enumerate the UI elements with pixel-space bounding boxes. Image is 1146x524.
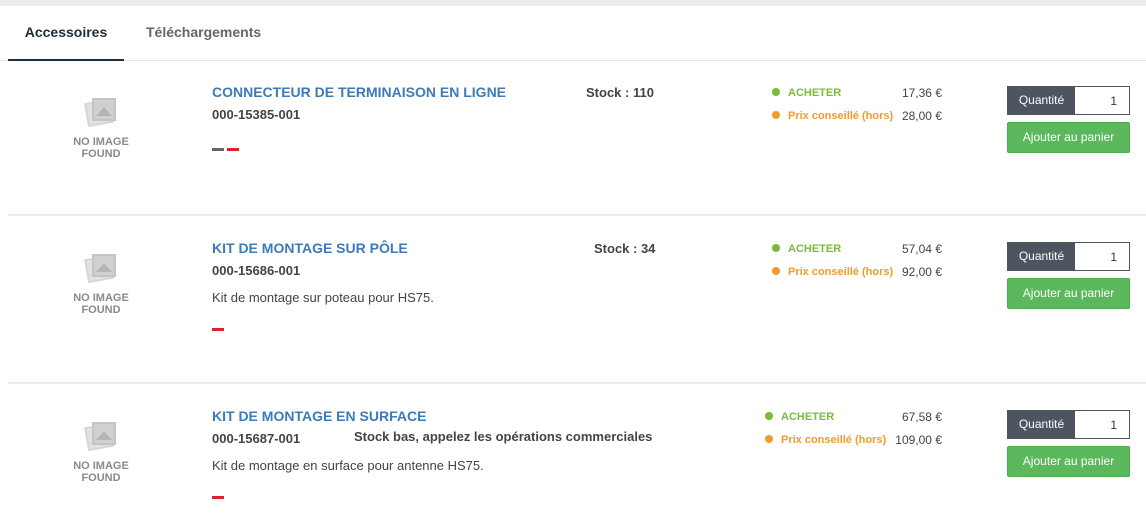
buy-price: 57,04 €	[901, 242, 942, 256]
msrp-price-label: Prix conseillé (hors)	[772, 266, 893, 278]
msrp-price-label: Prix conseillé (hors)	[772, 110, 893, 122]
product-tags	[212, 496, 227, 499]
product-panel: Accessoires Téléchargements NO IMAGE FOU…	[0, 6, 1146, 524]
msrp-price: 28,00 €	[901, 109, 942, 123]
add-to-cart-button[interactable]: Ajouter au panier	[1007, 278, 1130, 309]
tag-red	[212, 328, 224, 331]
msrp-dot-icon	[772, 267, 780, 275]
image-placeholder-icon	[84, 252, 118, 286]
buy-price: 17,36 €	[901, 86, 942, 100]
product-row: NO IMAGE FOUND KIT DE MONTAGE EN SURFACE…	[0, 384, 1146, 524]
quantity-group: Quantité	[1007, 410, 1130, 439]
buy-dot-icon	[772, 244, 780, 252]
msrp-dot-icon	[765, 435, 773, 443]
tab-accessoires[interactable]: Accessoires	[8, 6, 124, 61]
stock-status: Stock : 110	[586, 85, 654, 100]
stock-status: Stock : 34	[594, 241, 656, 256]
quantity-group: Quantité	[1007, 242, 1130, 271]
msrp-label: Prix conseillé (hors)	[788, 110, 894, 122]
add-to-cart-button[interactable]: Ajouter au panier	[1007, 446, 1130, 477]
product-description: Kit de montage sur poteau pour HS75.	[212, 290, 434, 305]
quantity-input[interactable]	[1075, 411, 1129, 438]
stock-status: Stock bas, appelez les opérations commer…	[354, 429, 653, 444]
tag-gray	[212, 148, 224, 151]
tag-red	[227, 148, 239, 151]
msrp-dot-icon	[772, 111, 780, 119]
quantity-label: Quantité	[1008, 411, 1075, 438]
msrp-price: 109,00 €	[895, 433, 942, 447]
no-image-line1: NO IMAGE	[73, 136, 129, 148]
quantity-label: Quantité	[1008, 243, 1075, 270]
quantity-label: Quantité	[1008, 87, 1075, 114]
no-image-line1: NO IMAGE	[73, 460, 129, 472]
quantity-input[interactable]	[1075, 243, 1129, 270]
msrp-label: Prix conseillé (hors)	[788, 266, 894, 278]
no-image-line2: FOUND	[81, 304, 121, 316]
product-tags	[212, 328, 227, 331]
no-image-placeholder: NO IMAGE FOUND	[70, 96, 132, 160]
product-title[interactable]: KIT DE MONTAGE EN SURFACE	[212, 408, 426, 424]
tag-red	[212, 496, 224, 499]
quantity-group: Quantité	[1007, 86, 1130, 115]
product-tags	[212, 148, 242, 151]
buy-label: ACHETER	[788, 243, 842, 255]
no-image-line2: FOUND	[81, 472, 121, 484]
product-row: NO IMAGE FOUND KIT DE MONTAGE SUR PÔLE 0…	[0, 216, 1146, 382]
buy-price-label: ACHETER	[772, 243, 841, 255]
no-image-line1: NO IMAGE	[73, 292, 129, 304]
product-row: NO IMAGE FOUND CONNECTEUR DE TERMINAISON…	[0, 62, 1146, 214]
buy-dot-icon	[765, 412, 773, 420]
msrp-label: Prix conseillé (hors)	[781, 434, 887, 446]
no-image-placeholder: NO IMAGE FOUND	[70, 252, 132, 316]
tab-telechargements[interactable]: Téléchargements	[146, 6, 261, 61]
no-image-placeholder: NO IMAGE FOUND	[70, 420, 132, 484]
quantity-input[interactable]	[1075, 87, 1129, 114]
msrp-price-label: Prix conseillé (hors)	[765, 434, 886, 446]
product-description: Kit de montage en surface pour antenne H…	[212, 458, 484, 473]
product-ref: 000-15687-001	[212, 431, 301, 446]
buy-label: ACHETER	[781, 411, 835, 423]
buy-label: ACHETER	[788, 87, 842, 99]
tab-bar: Accessoires Téléchargements	[0, 6, 1146, 61]
add-to-cart-button[interactable]: Ajouter au panier	[1007, 122, 1130, 153]
product-title[interactable]: CONNECTEUR DE TERMINAISON EN LIGNE	[212, 84, 506, 100]
buy-price: 67,58 €	[901, 410, 942, 424]
buy-price-label: ACHETER	[765, 411, 834, 423]
product-ref: 000-15385-001	[212, 107, 301, 122]
msrp-price: 92,00 €	[901, 265, 942, 279]
product-title[interactable]: KIT DE MONTAGE SUR PÔLE	[212, 240, 408, 256]
image-placeholder-icon	[84, 420, 118, 454]
buy-dot-icon	[772, 88, 780, 96]
product-ref: 000-15686-001	[212, 263, 301, 278]
no-image-line2: FOUND	[81, 148, 121, 160]
image-placeholder-icon	[84, 96, 118, 130]
buy-price-label: ACHETER	[772, 87, 841, 99]
